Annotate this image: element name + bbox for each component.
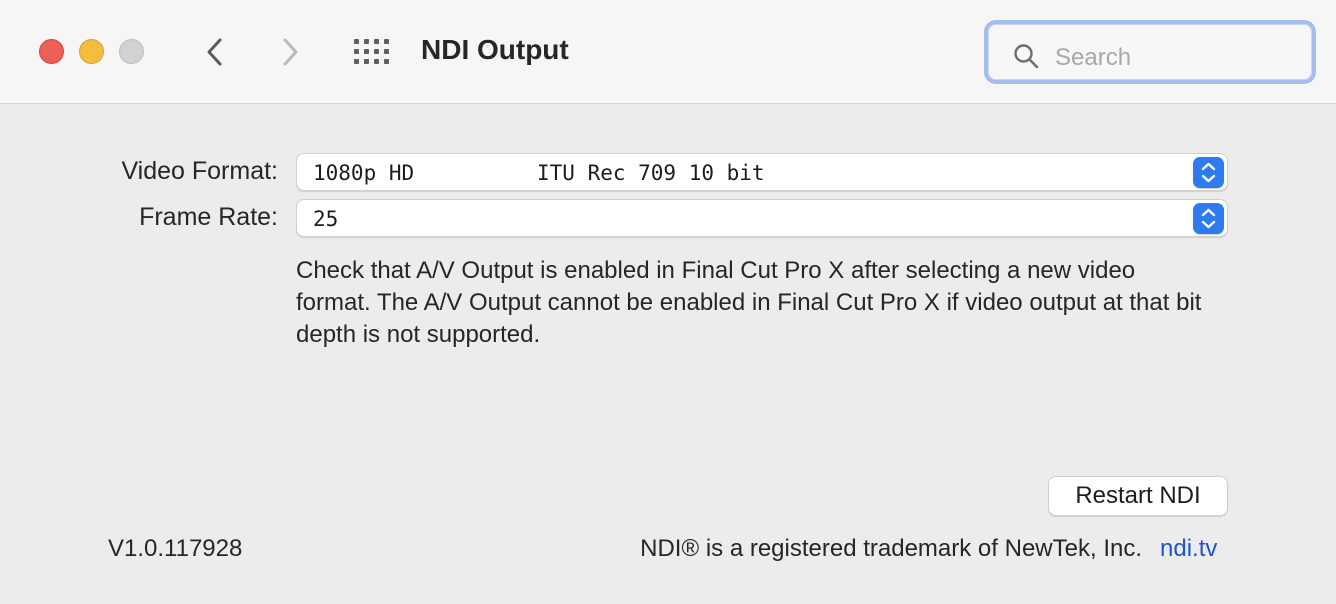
video-format-label: Video Format: xyxy=(121,157,278,185)
show-all-button[interactable] xyxy=(352,36,392,68)
preferences-window: NDI Output Search Video Format: 1080p HD… xyxy=(0,0,1336,604)
forward-button[interactable] xyxy=(271,32,311,72)
frame-rate-value: 25 xyxy=(313,207,339,231)
restart-ndi-button[interactable]: Restart NDI xyxy=(1048,476,1228,516)
trademark-notice: NDI® is a registered trademark of NewTek… xyxy=(640,535,1142,562)
grid-icon xyxy=(354,39,389,64)
up-down-chevron-icon xyxy=(1201,208,1216,229)
frame-rate-stepper[interactable] xyxy=(1193,203,1224,234)
window-title: NDI Output xyxy=(421,34,569,65)
close-window-button[interactable] xyxy=(39,39,64,64)
chevron-left-icon xyxy=(207,38,222,66)
video-format-colorspace: ITU Rec 709 10 bit xyxy=(537,161,765,185)
minimize-window-button[interactable] xyxy=(79,39,104,64)
search-field[interactable]: Search xyxy=(984,20,1316,84)
ndi-website-link[interactable]: ndi.tv xyxy=(1160,535,1217,563)
video-format-popup[interactable]: 1080p HD ITU Rec 709 10 bit xyxy=(296,153,1228,191)
video-format-stepper[interactable] xyxy=(1193,157,1224,188)
chevron-right-icon xyxy=(283,38,298,66)
frame-rate-popup[interactable]: 25 xyxy=(296,199,1228,237)
search-input[interactable]: Search xyxy=(988,24,1312,80)
search-icon xyxy=(1014,44,1039,69)
video-format-value: 1080p HD xyxy=(313,161,415,185)
back-button[interactable] xyxy=(196,32,236,72)
frame-rate-label: Frame Rate: xyxy=(139,203,278,231)
search-placeholder: Search xyxy=(1055,44,1132,71)
version-label: V1.0.117928 xyxy=(108,535,243,562)
title-bar: NDI Output Search xyxy=(0,0,1336,104)
up-down-chevron-icon xyxy=(1201,162,1216,183)
zoom-window-button[interactable] xyxy=(119,39,144,64)
info-note: Check that A/V Output is enabled in Fina… xyxy=(296,257,1202,348)
